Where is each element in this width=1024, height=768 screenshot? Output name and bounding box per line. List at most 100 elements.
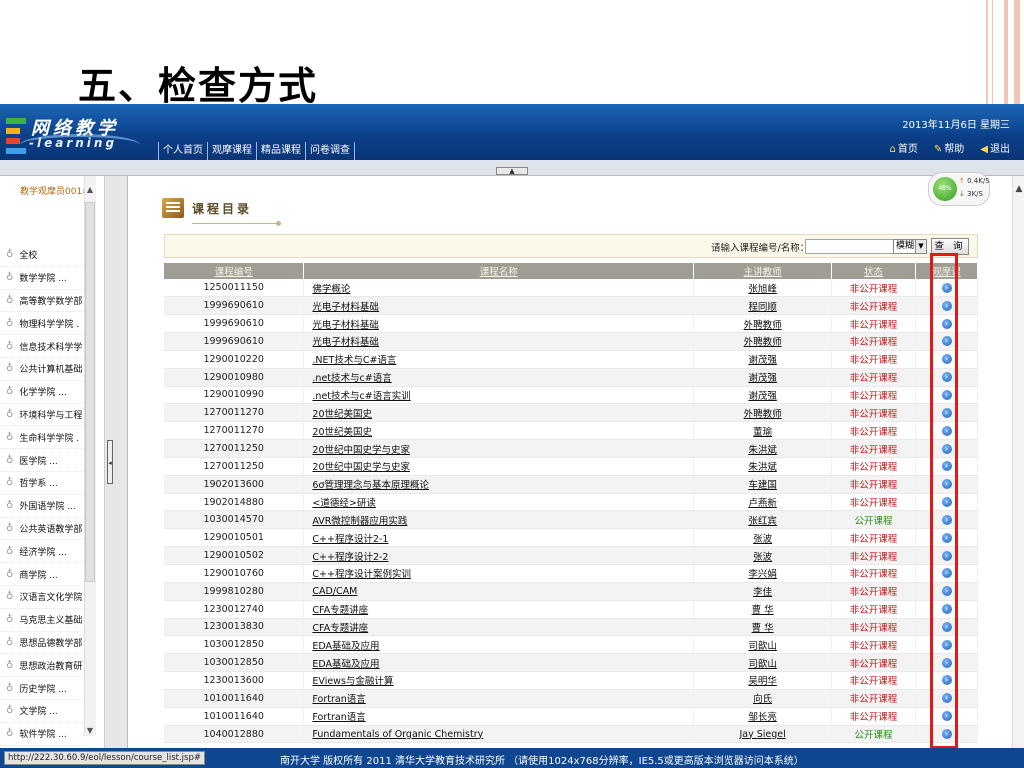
teacher-link[interactable]: 车建国 (693, 475, 833, 494)
sidebar-item[interactable]: ♁ 外国语学院 ... (0, 495, 84, 518)
teacher-link[interactable]: 李兴娟 (693, 564, 833, 583)
course-name-link[interactable]: .net技术与c#语言 (303, 368, 695, 387)
course-name-link[interactable]: EDA基础及应用 (303, 653, 695, 673)
search-button[interactable]: 查 询 (931, 238, 969, 255)
course-name-link[interactable]: Fundamentals of Organic Chemistry (303, 725, 695, 744)
teacher-link[interactable]: Jay Siegel (693, 725, 833, 744)
nav-personal-home[interactable]: 个人首页 (158, 142, 207, 160)
course-name-link[interactable]: 20世纪美国史 (303, 421, 695, 441)
sidebar-item[interactable]: ♁ 汉语言文化学院 (0, 586, 84, 609)
course-name-link[interactable]: AVR微控制器应用实践 (303, 510, 695, 530)
teacher-link[interactable]: 卢燕新 (693, 493, 833, 512)
course-name-link[interactable]: 光电子材料基础 (303, 314, 695, 334)
course-name-link[interactable]: 光电子材料基础 (303, 332, 695, 351)
col-header-observe[interactable]: 观摩课 (915, 263, 978, 279)
teacher-link[interactable]: 谢茂强 (693, 350, 833, 369)
col-header-code[interactable]: 课程编号 (164, 263, 305, 279)
sidebar-item[interactable]: ♁ 历史学院 ... (0, 677, 84, 700)
scroll-up-icon[interactable]: ▲ (1013, 184, 1024, 194)
course-name-link[interactable]: Fortran语言 (303, 707, 695, 726)
sidebar-scroll-thumb[interactable] (85, 202, 95, 582)
scroll-up-icon[interactable]: ▲ (84, 185, 96, 194)
teacher-link[interactable]: 曹 华 (693, 618, 833, 637)
teacher-link[interactable]: 朱洪斌 (693, 457, 833, 476)
course-name-link[interactable]: <道德经>研读 (303, 493, 695, 512)
enter-course-icon[interactable]: › (941, 693, 952, 704)
enter-course-icon[interactable]: › (941, 604, 952, 615)
enter-course-icon[interactable]: › (941, 282, 952, 293)
sidebar-item[interactable]: ♁ 化学学院 ... (0, 381, 84, 404)
enter-course-icon[interactable]: › (941, 639, 952, 650)
course-name-link[interactable]: EDA基础及应用 (303, 635, 695, 655)
scroll-down-icon[interactable]: ▼ (84, 726, 96, 735)
course-name-link[interactable]: C++程序设计2-2 (303, 546, 695, 565)
sidebar-item[interactable]: ♁ 环境科学与工程 (0, 404, 84, 427)
course-name-link[interactable]: CAD/CAM (303, 582, 695, 601)
enter-course-icon[interactable]: › (941, 354, 952, 365)
sidebar-item[interactable]: ♁ 思想政治教育研 (0, 654, 84, 678)
sidebar-item[interactable]: ♁ 商学院 ... (0, 563, 84, 586)
sidebar-item[interactable]: ♁ 公共英语教学部 (0, 518, 84, 541)
sidebar-item[interactable]: ♁ 公共计算机基础 (0, 358, 84, 381)
teacher-link[interactable]: 曹 华 (693, 600, 833, 619)
teacher-link[interactable]: 司歆山 (693, 653, 833, 673)
teacher-link[interactable]: 董瑜 (693, 421, 833, 441)
teacher-link[interactable]: 外聘教师 (693, 332, 833, 351)
teacher-link[interactable]: 吴明华 (693, 671, 833, 690)
course-name-link[interactable]: CFA专题讲座 (303, 600, 695, 619)
sidebar-item[interactable]: ♁ 哲学系 ... (0, 472, 84, 495)
enter-course-icon[interactable]: › (941, 300, 952, 311)
teacher-link[interactable]: 李佳 (693, 582, 833, 601)
collapse-header-handle[interactable]: ▲ (496, 167, 528, 175)
nav-observe-courses[interactable]: 观摩课程 (207, 142, 256, 160)
enter-course-icon[interactable]: › (941, 389, 952, 400)
course-name-link[interactable]: C++程序设计2-1 (303, 528, 695, 548)
course-name-link[interactable]: 光电子材料基础 (303, 296, 695, 316)
course-name-link[interactable]: 20世纪中国史学与史家 (303, 457, 695, 476)
enter-course-icon[interactable]: › (941, 550, 952, 561)
sidebar-item[interactable]: ♁ 高等教学数学部 (0, 290, 84, 313)
teacher-link[interactable]: 朱洪斌 (693, 439, 833, 458)
enter-course-icon[interactable]: › (941, 461, 952, 472)
enter-course-icon[interactable]: › (941, 497, 952, 508)
sidebar-item[interactable]: ♁ 信息技术科学学 (0, 335, 84, 358)
sidebar-item[interactable]: ♁ 思想品德教学部 (0, 632, 84, 655)
sidebar-item[interactable]: ♁ 马克思主义基础 (0, 609, 84, 632)
teacher-link[interactable]: 程同顺 (693, 296, 833, 316)
enter-course-icon[interactable]: › (941, 372, 952, 383)
teacher-link[interactable]: 张波 (693, 546, 833, 565)
col-header-status[interactable]: 状态 (831, 263, 916, 279)
enter-course-icon[interactable]: › (941, 711, 952, 722)
course-name-link[interactable]: 6σ管理理念与基本原理概论 (303, 475, 695, 494)
enter-course-icon[interactable]: › (941, 621, 952, 632)
enter-course-icon[interactable]: › (941, 568, 952, 579)
enter-course-icon[interactable]: › (941, 407, 952, 418)
sidebar-item[interactable]: ♁ 全校 (0, 244, 84, 267)
teacher-link[interactable]: 张旭峰 (693, 279, 833, 298)
enter-course-icon[interactable]: › (941, 479, 952, 490)
logout-link[interactable]: ◀ 退出 (980, 142, 1010, 158)
splitter-grip[interactable]: ◂ (107, 440, 113, 484)
enter-course-icon[interactable]: › (941, 336, 952, 347)
sidebar-item[interactable]: ♁ 软件学院 ... (0, 723, 84, 746)
teacher-link[interactable]: 司歆山 (693, 635, 833, 655)
course-name-link[interactable]: 20世纪中国史学与史家 (303, 439, 695, 458)
teacher-link[interactable]: 谢茂强 (693, 368, 833, 387)
col-header-teacher[interactable]: 主讲教师 (693, 263, 833, 279)
course-name-link[interactable]: 佛学概论 (303, 279, 695, 298)
enter-course-icon[interactable]: › (941, 514, 952, 525)
teacher-link[interactable]: 外聘教师 (693, 403, 833, 423)
content-scrollbar[interactable]: ▲ (1012, 176, 1024, 748)
nav-quality-courses[interactable]: 精品课程 (256, 142, 305, 160)
course-name-link[interactable]: .net技术与c#语言实训 (303, 386, 695, 405)
sidebar-item[interactable]: ♁ 文学院 ... (0, 700, 84, 723)
course-name-link[interactable]: .NET技术与C#语言 (303, 350, 695, 369)
teacher-link[interactable]: 向氏 (693, 689, 833, 708)
teacher-link[interactable]: 邹长亮 (693, 707, 833, 726)
enter-course-icon[interactable]: › (941, 532, 952, 543)
sidebar-item[interactable]: ♁ 数学学院 ... (0, 267, 84, 290)
enter-course-icon[interactable]: › (941, 586, 952, 597)
nav-survey[interactable]: 问卷调查 (305, 142, 355, 160)
current-user[interactable]: 教学观摩员001› (20, 184, 86, 197)
home-link[interactable]: ⌂ 首页 (890, 142, 918, 158)
